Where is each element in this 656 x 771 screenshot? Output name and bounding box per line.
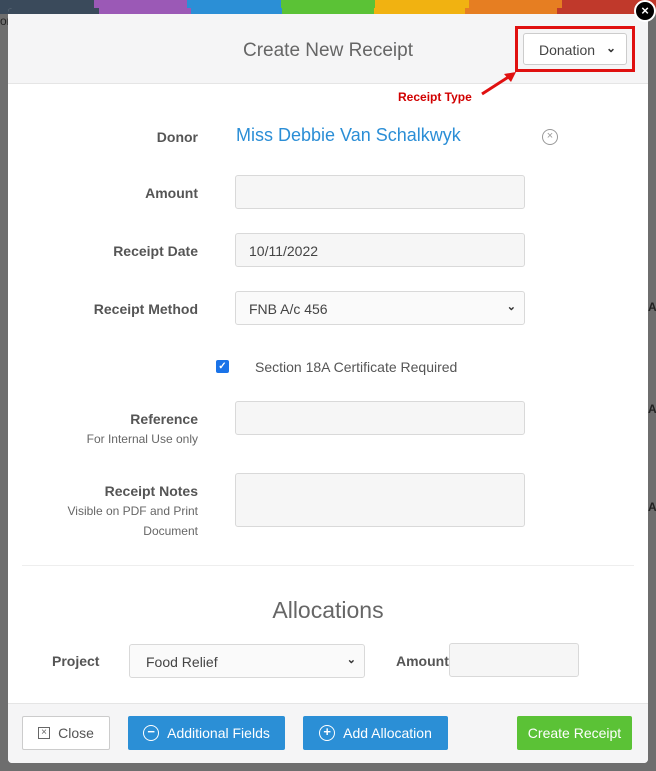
- receipt-notes-textarea[interactable]: [235, 473, 525, 527]
- background-text-fragment: AI: [648, 500, 656, 514]
- receipt-notes-label: Receipt Notes: [104, 483, 198, 499]
- donor-label: Donor: [156, 129, 198, 145]
- minus-circle-icon: −: [143, 725, 160, 741]
- create-receipt-button[interactable]: Create Receipt: [517, 716, 632, 750]
- project-label: Project: [52, 653, 100, 669]
- amount-label: Amount: [145, 185, 198, 201]
- allocation-amount-label: Amount: [396, 653, 449, 669]
- amount-input[interactable]: [235, 175, 525, 209]
- receipt-method-value: FNB A/c 456: [249, 301, 328, 317]
- add-allocation-button[interactable]: + Add Allocation: [303, 716, 448, 750]
- add-allocation-label: Add Allocation: [343, 725, 432, 741]
- close-button[interactable]: × Close: [22, 716, 110, 750]
- allocations-title: Allocations: [272, 597, 384, 623]
- background-text-fragment: AI: [648, 300, 656, 314]
- donor-name-link[interactable]: Miss Debbie Van Schalkwyk: [236, 125, 461, 146]
- reference-hint: For Internal Use only: [86, 432, 198, 446]
- certificate-label: Section 18A Certificate Required: [255, 359, 458, 375]
- project-select[interactable]: Food Relief ⌄: [129, 644, 365, 678]
- chevron-down-icon: ⌄: [346, 654, 356, 666]
- allocation-amount-input[interactable]: [449, 643, 579, 677]
- additional-fields-button[interactable]: − Additional Fields: [128, 716, 285, 750]
- annotation-label: Receipt Type: [398, 90, 472, 104]
- close-button-label: Close: [58, 725, 94, 741]
- annotation-arrow-icon: [481, 72, 516, 96]
- create-receipt-modal: Create New Receipt Donation ⌄ Receipt Ty…: [8, 8, 648, 763]
- certificate-checkbox[interactable]: ✓: [216, 360, 229, 373]
- receipt-notes-hint: Visible on PDF and Print Document: [67, 504, 198, 538]
- create-receipt-label: Create Receipt: [527, 725, 622, 741]
- close-icon: ×: [38, 727, 51, 739]
- modal-footer: × Close − Additional Fields + Add Alloca…: [8, 703, 648, 763]
- section-divider: [22, 565, 634, 566]
- receipt-method-label: Receipt Method: [93, 301, 198, 317]
- receipt-date-label: Receipt Date: [113, 243, 198, 259]
- background-text-fragment: AI: [648, 402, 656, 416]
- clear-donor-icon[interactable]: ×: [542, 129, 558, 145]
- project-value: Food Relief: [146, 654, 218, 670]
- reference-label: Reference: [130, 411, 198, 427]
- chevron-down-icon: ⌄: [506, 301, 516, 313]
- close-modal-icon[interactable]: ×: [634, 0, 656, 22]
- receipt-date-input[interactable]: 10/11/2022: [235, 233, 525, 267]
- annotation-highlight-box: [515, 26, 635, 72]
- additional-fields-label: Additional Fields: [167, 725, 270, 741]
- receipt-method-select[interactable]: FNB A/c 456 ⌄: [235, 291, 525, 325]
- reference-input[interactable]: [235, 401, 525, 435]
- plus-circle-icon: +: [319, 725, 336, 741]
